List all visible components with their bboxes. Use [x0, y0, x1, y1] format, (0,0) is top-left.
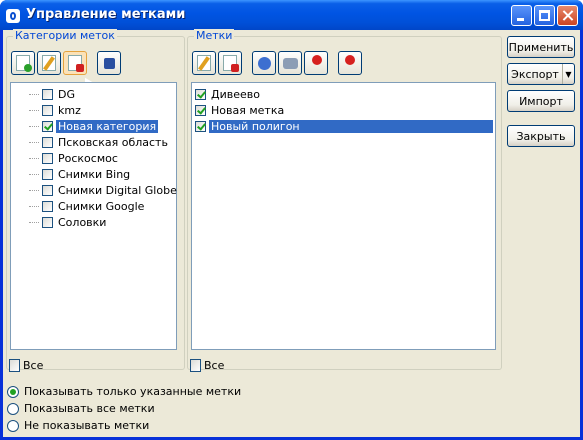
save-categories-button[interactable] [97, 51, 121, 75]
import-button[interactable]: Импорт [507, 90, 575, 112]
marks-all-checkbox[interactable]: Все [190, 359, 224, 372]
categories-tree[interactable]: DG kmz Новая категория Псковская область… [10, 82, 177, 350]
maximize-button[interactable] [534, 5, 555, 26]
category-item-dg[interactable]: DG [11, 86, 77, 102]
map-pin-icon [312, 55, 322, 65]
radio-show-none[interactable]: Не показывать метки [7, 419, 149, 432]
category-item-solovki[interactable]: Соловки [11, 214, 108, 230]
window-title: Управление метками [26, 7, 186, 22]
marks-group-label: Метки [194, 29, 235, 42]
mark-item-new-mark[interactable]: Новая метка [195, 102, 286, 118]
title-bar[interactable]: Управление метками [0, 0, 583, 30]
save-mark-button[interactable] [338, 51, 362, 75]
add-point-button[interactable] [304, 51, 328, 75]
minimize-button[interactable] [511, 5, 532, 26]
manage-marks-window: Управление метками Категории меток DG km… [0, 0, 583, 440]
mark-checkbox[interactable] [195, 104, 206, 116]
mark-properties-button[interactable] [278, 51, 302, 75]
category-checkbox[interactable] [42, 168, 53, 180]
radio-show-selected[interactable]: Показывать только указанные метки [7, 385, 241, 398]
checkbox[interactable] [9, 359, 20, 372]
mark-checkbox[interactable] [195, 88, 206, 100]
close-button[interactable]: Закрыть [507, 125, 575, 147]
category-item-bing[interactable]: Снимки Bing [11, 166, 132, 182]
category-item-kmz[interactable]: kmz [11, 102, 83, 118]
apply-button[interactable]: Применить [507, 36, 575, 58]
categories-all-checkbox[interactable]: Все [9, 359, 43, 372]
category-item-pskov[interactable]: Псковская область [11, 134, 170, 150]
category-item-new-category[interactable]: Новая категория [11, 118, 159, 134]
delete-category-button[interactable] [63, 51, 87, 75]
export-button[interactable]: Экспорт ▼ [507, 63, 575, 85]
category-checkbox[interactable] [42, 120, 53, 132]
category-checkbox[interactable] [42, 136, 53, 148]
floppy-icon [104, 58, 115, 69]
marks-toolbar [192, 51, 362, 75]
mark-item-new-polygon[interactable]: Новый полигон [195, 118, 493, 134]
add-category-button[interactable] [11, 51, 35, 75]
mark-item-diveevo[interactable]: Дивеево [195, 86, 262, 102]
delete-icon [231, 64, 239, 72]
edit-category-button[interactable] [37, 51, 61, 75]
categories-toolbar [11, 51, 121, 75]
edit-mark-button[interactable] [192, 51, 216, 75]
radio-indicator[interactable] [7, 385, 19, 398]
category-checkbox[interactable] [42, 200, 53, 212]
category-checkbox[interactable] [42, 184, 53, 196]
marks-list[interactable]: Дивеево Новая метка Новый полигон [191, 82, 496, 350]
radio-show-all[interactable]: Показывать все метки [7, 402, 155, 415]
delete-icon [76, 64, 84, 72]
category-checkbox[interactable] [42, 104, 53, 116]
app-icon [6, 9, 20, 23]
add-icon [24, 64, 32, 72]
category-checkbox[interactable] [42, 152, 53, 164]
chevron-down-icon[interactable]: ▼ [562, 64, 574, 84]
globe-icon [258, 57, 271, 70]
close-window-button[interactable] [557, 5, 578, 26]
category-checkbox[interactable] [42, 88, 53, 100]
dialog-body: Категории меток DG kmz Новая категория П… [3, 29, 580, 437]
radio-indicator[interactable] [7, 402, 19, 415]
category-item-digital-globe[interactable]: Снимки Digital Globe [11, 182, 179, 198]
pin-save-icon [345, 55, 355, 65]
properties-icon [283, 58, 298, 69]
delete-mark-button[interactable] [218, 51, 242, 75]
radio-indicator[interactable] [7, 419, 19, 432]
category-checkbox[interactable] [42, 216, 53, 228]
category-item-roscosmos[interactable]: Роскосмос [11, 150, 120, 166]
categories-group-label: Категории меток [13, 29, 117, 42]
category-item-google[interactable]: Снимки Google [11, 198, 146, 214]
checkbox[interactable] [190, 359, 201, 372]
mark-checkbox[interactable] [195, 120, 206, 132]
goto-mark-button[interactable] [252, 51, 276, 75]
